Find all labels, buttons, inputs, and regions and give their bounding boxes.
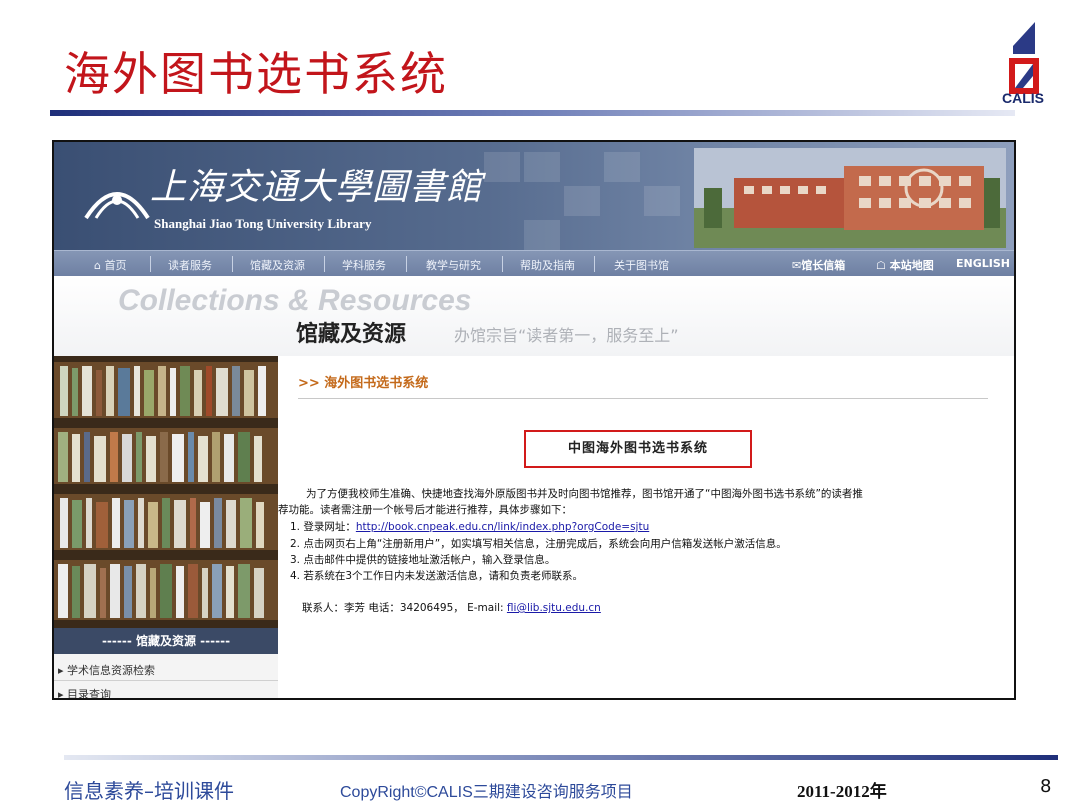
nav-home[interactable]: ⌂ 首页 [94,257,126,273]
sidebar-header: ------ 馆藏及资源 ------ [54,628,278,654]
step-4: 4. 若系统在3个工作日内未发送激活信息，请和负责老师联系。 [290,570,584,582]
nav-subject-services[interactable]: 学科服务 [342,257,386,273]
page-number: 8 [1040,776,1052,797]
main-content: >> 海外图书选书系统 中图海外图书选书系统 为了方便我校师生准确、快捷地查找海… [278,356,1014,698]
nav-reader-services[interactable]: 读者服务 [168,257,212,273]
site-nav-bar: ⌂ 首页 读者服务 馆藏及资源 学科服务 教学与研究 帮助及指南 关于图书馆 ✉… [54,250,1014,277]
nav-divider [232,256,233,272]
bookshelf-image [54,356,278,628]
slide-title: 海外图书选书系统 [64,47,448,101]
intro-paragraph-line2: 荐功能。读者需注册一个帐号后才能进行推荐，具体步骤如下： [278,504,572,516]
library-building-image [694,148,1006,248]
library-name-en: Shanghai Jiao Tong University Library [154,216,372,231]
library-name-cn: 上海交通大學圖書館 [150,167,484,208]
sidebar: ------ 馆藏及资源 ------ ▸ 学术信息资源检索 ▸ 目录查询 [54,356,278,698]
nav-sitemap[interactable]: ☖ 本站地图 [876,257,934,273]
footer-divider [64,755,1058,760]
nav-divider [594,256,595,272]
nav-director-mailbox[interactable]: ✉馆长信箱 [792,257,845,273]
nav-divider [406,256,407,272]
nav-divider [150,256,151,272]
library-emblem-icon [84,192,150,220]
sidebar-divider [54,680,278,681]
sidebar-item-catalog-search[interactable]: ▸ 目录查询 [58,686,111,698]
contact-line: 联系人：李芳 电话：34206495， E-mail: fli@lib.sjtu… [302,600,601,615]
title-divider [50,110,1015,116]
system-title-box: 中图海外图书选书系统 [524,430,752,468]
contact-info: 联系人：李芳 电话：34206495， E-mail: [302,602,507,614]
hero-title-en: Collections & Resources [118,284,472,317]
sidebar-item-academic-search[interactable]: ▸ 学术信息资源检索 [58,662,155,678]
hero-title-cn: 馆藏及资源 [296,322,407,347]
step-2: 2. 点击网页右上角“注册新用户”，如实填写相关信息，注册完成后，系统会向用户信… [290,538,787,550]
step-1-label: 1. 登录网址： [290,521,356,533]
nav-about[interactable]: 关于图书馆 [614,257,669,273]
footer-copyright: CopyRight©CALIS三期建设咨询服务项目 [340,784,633,801]
footer-year: 2011-2012年 [797,782,887,801]
section-hero: Collections & Resources 馆藏及资源 办馆宗旨“读者第一，… [54,276,1014,356]
nav-divider [502,256,503,272]
breadcrumb-divider [298,398,988,399]
contact-email-link[interactable]: fli@lib.sjtu.edu.cn [507,602,601,614]
library-page-screenshot: 上海交通大學圖書館 Shanghai Jiao Tong University … [52,140,1016,700]
nav-help[interactable]: 帮助及指南 [520,257,575,273]
footer-course-name: 信息素养–培训课件 [64,779,234,803]
site-banner: 上海交通大學圖書館 Shanghai Jiao Tong University … [54,142,1014,250]
nav-english[interactable]: ENGLISH [956,257,1010,270]
hero-slogan: 办馆宗旨“读者第一，服务至上” [454,326,679,345]
step-1: 1. 登录网址：http://book.cnpeak.edu.cn/link/i… [290,519,649,534]
intro-paragraph-line1: 为了方便我校师生准确、快捷地查找海外原版图书并及时向图书馆推荐，图书馆开通了“中… [306,488,863,500]
nav-divider [324,256,325,272]
nav-teaching-research[interactable]: 教学与研究 [426,257,481,273]
nav-collections[interactable]: 馆藏及资源 [250,257,305,273]
step-3: 3. 点击邮件中提供的链接地址激活帐户，输入登录信息。 [290,554,556,566]
breadcrumb[interactable]: >> 海外图书选书系统 [298,372,428,391]
book-system-link[interactable]: http://book.cnpeak.edu.cn/link/index.php… [356,521,649,533]
calis-logo-text: CALIS [1002,90,1044,106]
